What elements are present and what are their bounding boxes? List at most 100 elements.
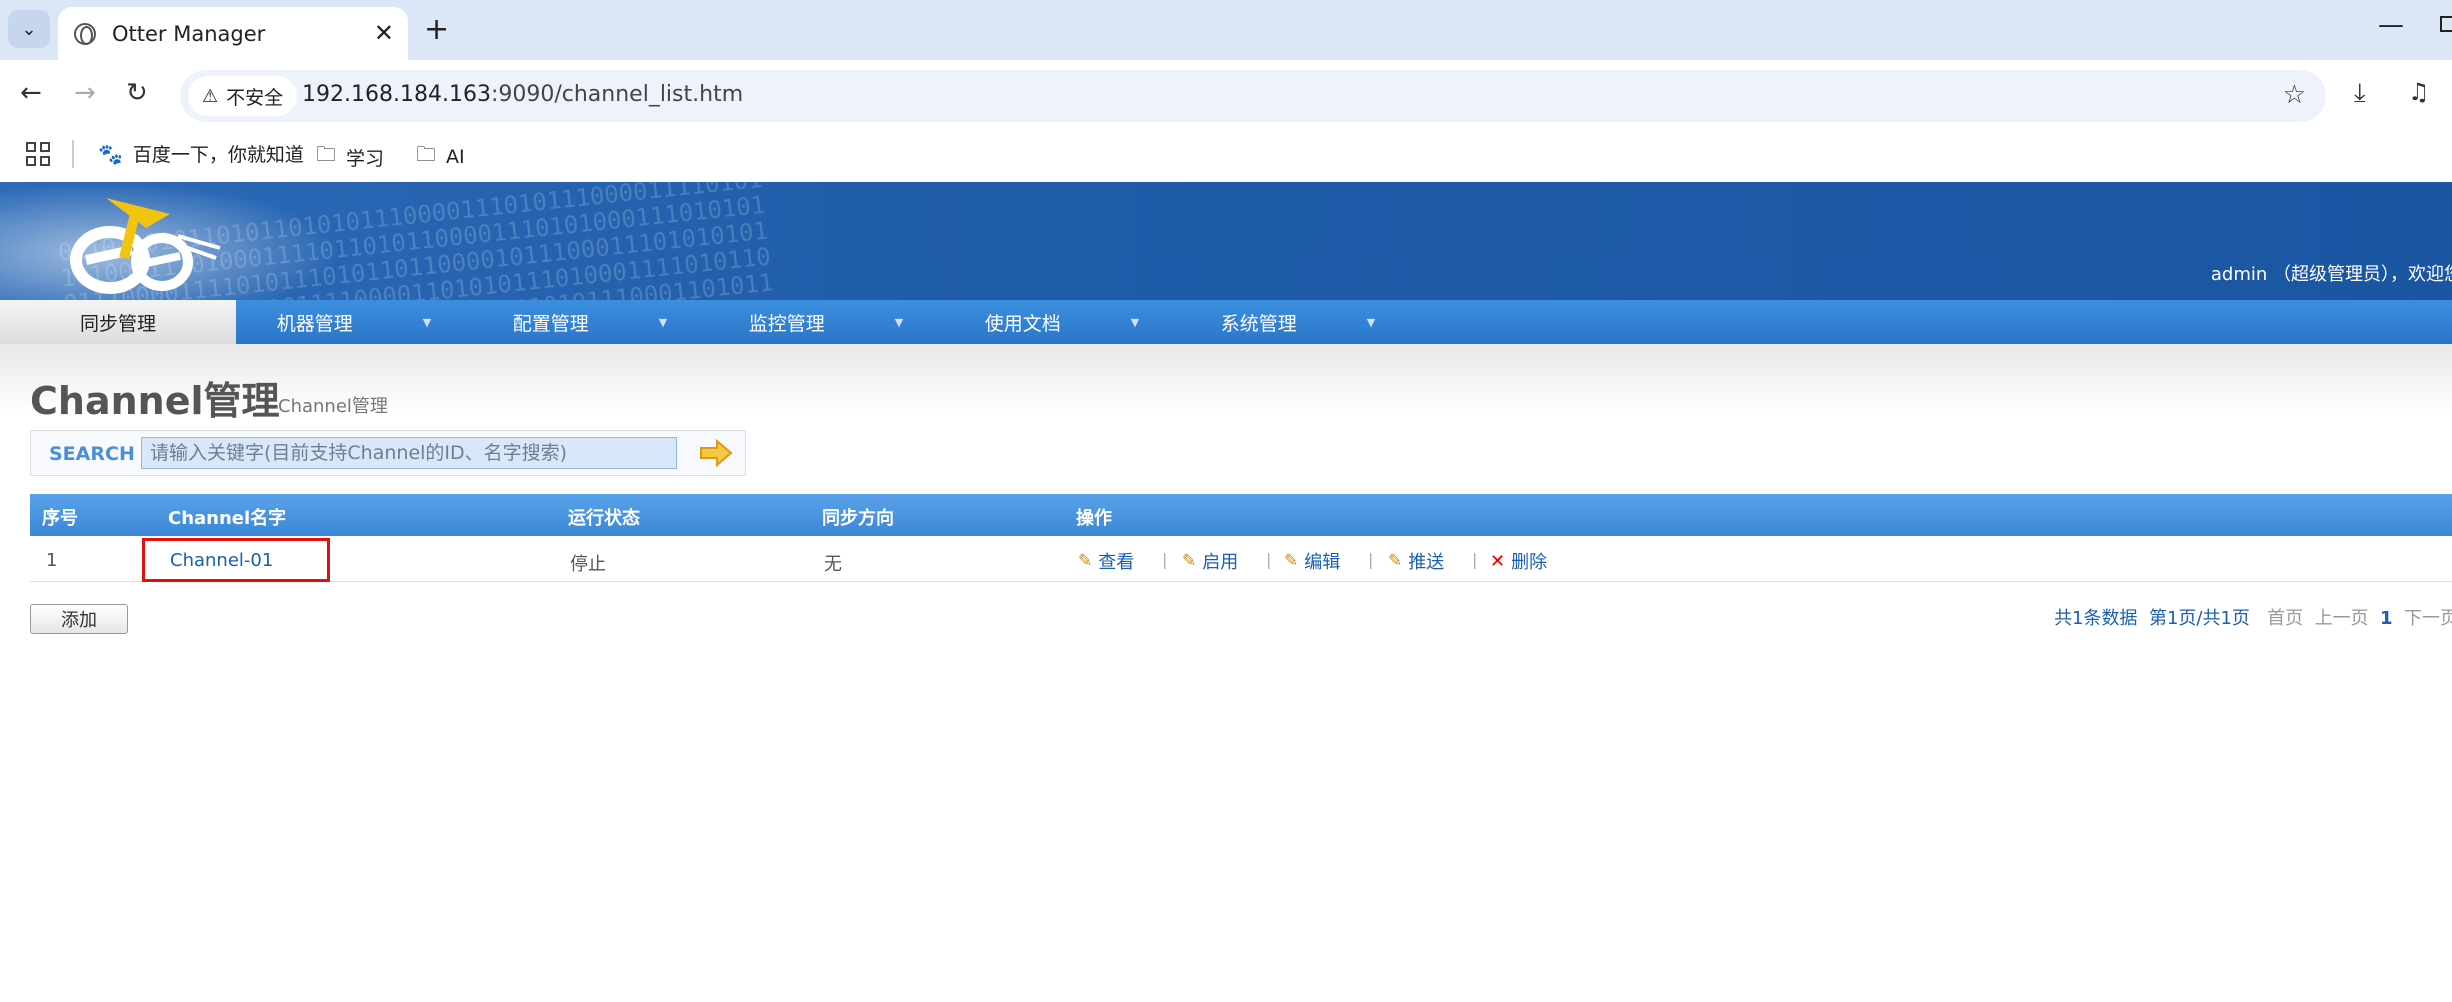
- nav-label: 同步管理: [79, 312, 156, 335]
- table-header: 序号 Channel名字 运行状态 同步方向 操作: [30, 494, 2452, 536]
- run-status: 停止: [570, 554, 606, 575]
- dropdown-triangle-icon: ▼: [894, 315, 904, 329]
- push-action[interactable]: ✎ 推送: [1388, 548, 1444, 574]
- apps-grid-icon[interactable]: [26, 142, 50, 166]
- nav-label: 监控管理: [748, 312, 825, 335]
- column-header: 运行状态: [568, 508, 640, 529]
- bookmarks-divider: [72, 140, 74, 168]
- url-text[interactable]: 192.168.184.163:9090/channel_list.htm: [302, 82, 743, 107]
- action-separator: |: [1162, 550, 1168, 569]
- sync-direction: 无: [824, 554, 842, 575]
- nav-label: 配置管理: [512, 312, 589, 335]
- pencil-icon: ✎: [1284, 551, 1299, 571]
- folder-icon: 🗀: [316, 142, 336, 166]
- column-header: 序号: [42, 508, 78, 529]
- browser-tab-strip: ⌄ Otter Manager ✕ + —: [0, 0, 2452, 60]
- next-page-link[interactable]: 下一页: [2404, 608, 2452, 629]
- start-action[interactable]: ✎ 启用: [1182, 548, 1238, 574]
- channel-table: 序号 Channel名字 运行状态 同步方向 操作 1 Channel-01 停…: [30, 494, 2452, 582]
- action-separator: |: [1368, 550, 1374, 569]
- nav-label: 机器管理: [276, 312, 353, 335]
- warning-icon: ⚠: [202, 85, 219, 107]
- user-info: admin （超级管理员），欢迎您: [2210, 264, 2452, 285]
- pencil-icon: ✎: [1078, 551, 1093, 571]
- chevron-down-icon: ⌄: [21, 18, 37, 40]
- column-header: 同步方向: [822, 508, 894, 529]
- channel-name-link[interactable]: Channel-01: [170, 550, 273, 571]
- action-label: 删除: [1511, 552, 1548, 573]
- nav-label: 使用文档: [984, 312, 1061, 335]
- bookmark-folder-ai[interactable]: 🗀 AI: [416, 140, 465, 174]
- delete-x-icon: ✕: [1490, 550, 1506, 572]
- bookmark-baidu[interactable]: 🐾 百度一下，你就知道: [98, 140, 304, 167]
- search-label: SEARCH: [49, 443, 135, 465]
- action-separator: |: [1472, 550, 1478, 569]
- app-banner: 0110100101101011010101110000111010111000…: [0, 182, 2452, 300]
- arrow-right-icon[interactable]: [699, 439, 733, 467]
- browser-toolbar: ← → ↻ ⚠ 不安全 192.168.184.163:9090/channel…: [0, 60, 2452, 132]
- table-row: 1 Channel-01 停止 无 ✎ 查看 | ✎ 启用 | ✎ 编辑 | ✎ 推送 …: [30, 536, 2452, 582]
- media-control-icon[interactable]: ♫: [2408, 78, 2430, 106]
- url-host: 192.168.184.163: [302, 82, 491, 107]
- action-label: 查看: [1098, 552, 1135, 573]
- bookmark-label: AI: [446, 146, 465, 168]
- pagination: 共1条数据 第1页/共1页 首页 上一页 1 下一页: [2054, 604, 2452, 630]
- tab-title: Otter Manager: [112, 21, 266, 46]
- nav-item-machine[interactable]: 机器管理 ▼: [236, 300, 472, 344]
- globe-icon: [74, 22, 96, 45]
- bookmark-folder-study[interactable]: 🗀 学习: [316, 140, 384, 174]
- tab-search-button[interactable]: ⌄: [8, 10, 50, 48]
- pencil-icon: ✎: [1182, 551, 1197, 571]
- reload-icon[interactable]: ↻: [126, 78, 148, 108]
- download-icon[interactable]: ⤓: [2354, 78, 2366, 109]
- edit-action[interactable]: ✎ 编辑: [1284, 548, 1340, 574]
- bookmark-star-icon[interactable]: ☆: [2283, 80, 2306, 110]
- action-label: 推送: [1408, 552, 1445, 573]
- bookmark-label: 百度一下，你就知道: [132, 144, 304, 166]
- add-button[interactable]: 添加: [30, 604, 128, 634]
- page-info: 第1页/共1页: [2148, 608, 2250, 629]
- nav-item-docs[interactable]: 使用文档 ▼: [944, 300, 1180, 344]
- view-action[interactable]: ✎ 查看: [1078, 548, 1134, 574]
- delete-action[interactable]: ✕ 删除: [1490, 548, 1547, 574]
- dropdown-triangle-icon: ▼: [658, 315, 668, 329]
- bookmarks-bar: 🐾 百度一下，你就知道 🗀 学习 🗀 AI: [0, 132, 2452, 182]
- folder-icon: 🗀: [416, 142, 436, 166]
- column-header: 操作: [1076, 508, 1112, 529]
- page-title: Channel管理: [30, 379, 280, 423]
- nav-item-monitor[interactable]: 监控管理 ▼: [708, 300, 944, 344]
- search-panel: SEARCH: [30, 430, 746, 476]
- forward-icon[interactable]: →: [74, 78, 96, 108]
- action-label: 启用: [1202, 552, 1239, 573]
- browser-tab[interactable]: Otter Manager ✕: [58, 7, 408, 60]
- row-index: 1: [46, 550, 58, 571]
- minimize-icon[interactable]: —: [2378, 10, 2404, 40]
- url-path: :9090/channel_list.htm: [490, 82, 744, 107]
- column-header: Channel名字: [168, 508, 287, 529]
- maximize-icon[interactable]: [2440, 16, 2452, 32]
- prev-page-link[interactable]: 上一页: [2315, 608, 2369, 629]
- dropdown-triangle-icon: ▼: [1366, 315, 1376, 329]
- total-count: 共1条数据: [2054, 608, 2138, 629]
- dropdown-triangle-icon: ▼: [422, 315, 432, 329]
- page-subtitle: Channel管理: [278, 396, 388, 417]
- new-tab-icon[interactable]: +: [424, 12, 449, 47]
- action-separator: |: [1266, 550, 1272, 569]
- current-page[interactable]: 1: [2380, 608, 2393, 629]
- nav-item-sync[interactable]: 同步管理: [0, 300, 236, 344]
- dropdown-triangle-icon: ▼: [1130, 315, 1140, 329]
- nav-item-config[interactable]: 配置管理 ▼: [472, 300, 708, 344]
- main-nav: 同步管理 机器管理 ▼ 配置管理 ▼ 监控管理 ▼ 使用文档 ▼ 系统管理 ▼: [0, 300, 2452, 344]
- nav-item-system[interactable]: 系统管理 ▼: [1180, 300, 1416, 344]
- search-input[interactable]: [141, 437, 677, 469]
- back-icon[interactable]: ←: [20, 78, 42, 108]
- otter-logo-icon: [70, 198, 221, 294]
- security-chip[interactable]: ⚠ 不安全: [188, 76, 298, 116]
- pencil-icon: ✎: [1388, 551, 1403, 571]
- address-bar[interactable]: ⚠ 不安全 192.168.184.163:9090/channel_list.…: [180, 70, 2326, 122]
- close-icon[interactable]: ✕: [374, 19, 394, 47]
- nav-label: 系统管理: [1220, 312, 1297, 335]
- first-page-link[interactable]: 首页: [2267, 608, 2303, 629]
- bookmark-label: 学习: [346, 147, 385, 170]
- baidu-paw-icon: 🐾: [98, 141, 123, 166]
